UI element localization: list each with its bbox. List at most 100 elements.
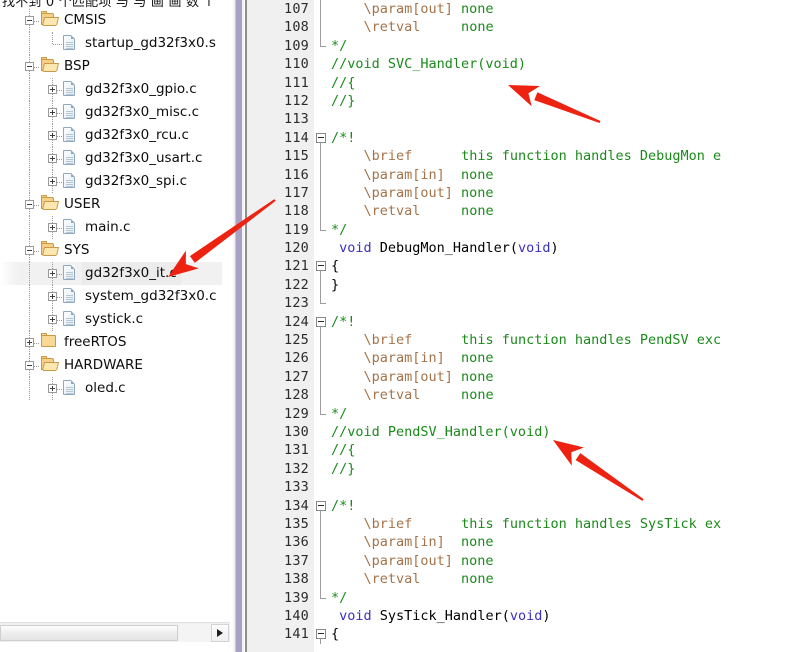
code-line[interactable]: 110 //void SVC_Handler(void) — [247, 55, 806, 73]
code-line[interactable]: 111 //{ — [247, 74, 806, 92]
fold-column[interactable] — [314, 147, 328, 166]
tree-vertical-scrollbar[interactable] — [231, 0, 245, 652]
code-line[interactable]: 122} — [247, 275, 806, 295]
fold-column[interactable] — [314, 18, 328, 37]
tree-item-oled-c[interactable]: oled.c — [0, 377, 222, 400]
code-line[interactable]: 126 \param[in] none — [247, 349, 806, 368]
fold-column[interactable] — [314, 478, 328, 496]
code-line[interactable]: 108 \retval none — [247, 18, 806, 37]
code-line[interactable]: 117 \param[out] none — [247, 183, 806, 203]
collapse-icon[interactable] — [25, 246, 34, 255]
expand-icon[interactable] — [48, 315, 57, 324]
fold-column[interactable] — [314, 110, 328, 128]
tree-item-startup-gd32f3x0-s[interactable]: startup_gd32f3x0.s — [0, 32, 222, 55]
code-line[interactable]: 132 //} — [247, 460, 806, 478]
tree-item-user[interactable]: USER — [0, 193, 222, 216]
tree-item-gd32f3x0-rcu-c[interactable]: gd32f3x0_rcu.c — [0, 124, 222, 147]
collapse-icon[interactable] — [25, 62, 34, 71]
tree-item-cmsis[interactable]: CMSIS — [0, 9, 222, 32]
fold-column[interactable] — [314, 497, 328, 515]
code-line[interactable]: 113 — [247, 110, 806, 128]
expand-icon[interactable] — [48, 131, 57, 140]
expand-icon[interactable] — [48, 108, 57, 117]
fold-column[interactable] — [314, 129, 328, 148]
code-line[interactable]: 119 */ — [247, 220, 806, 239]
code-line[interactable]: 116 \param[in] none — [247, 165, 806, 184]
expand-icon[interactable] — [25, 338, 34, 347]
project-explorer-pane[interactable]: CMSIS startup_gd32f3x0.s BSP gd32f3x0_gpio.… — [0, 9, 222, 622]
fold-collapse-icon[interactable] — [316, 316, 326, 327]
expand-icon[interactable] — [48, 85, 57, 94]
code-line[interactable]: 120 void DebugMon_Handler(void) — [247, 239, 806, 257]
fold-column[interactable] — [314, 294, 328, 312]
code-line[interactable]: 124 /*! — [247, 313, 806, 332]
fold-column[interactable] — [314, 404, 328, 423]
fold-column[interactable] — [314, 239, 328, 257]
code-line[interactable]: 125 \brief this function handles PendSV … — [247, 331, 806, 350]
fold-column[interactable] — [314, 183, 328, 203]
fold-column[interactable] — [314, 441, 328, 459]
tree-item-gd32f3x0-misc-c[interactable]: gd32f3x0_misc.c — [0, 101, 222, 124]
fold-column[interactable] — [314, 331, 328, 350]
collapse-icon[interactable] — [25, 16, 34, 25]
fold-column[interactable] — [314, 625, 328, 644]
tree-item-hardware[interactable]: HARDWARE — [0, 354, 222, 377]
fold-column[interactable] — [314, 55, 328, 73]
fold-column[interactable] — [314, 165, 328, 184]
tree-item-system-gd32f3x0-c[interactable]: system_gd32f3x0.c — [0, 285, 222, 308]
tree-hscroll-thumb[interactable] — [0, 625, 178, 641]
fold-column[interactable] — [314, 0, 328, 19]
code-line[interactable]: 138 \retval none — [247, 570, 806, 589]
tree-item-gd32f3x0-gpio-c[interactable]: gd32f3x0_gpio.c — [0, 78, 222, 101]
fold-column[interactable] — [314, 74, 328, 92]
fold-collapse-icon[interactable] — [316, 629, 326, 640]
code-line[interactable]: 140 void SysTick_Handler(void) — [247, 607, 806, 625]
fold-collapse-icon[interactable] — [316, 500, 326, 511]
tree-item-gd32f3x0-spi-c[interactable]: gd32f3x0_spi.c — [0, 170, 222, 193]
fold-column[interactable] — [314, 551, 328, 571]
code-line[interactable]: 134 /*! — [247, 497, 806, 515]
fold-column[interactable] — [314, 386, 328, 405]
fold-column[interactable] — [314, 257, 328, 276]
code-line[interactable]: 109 */ — [247, 36, 806, 55]
code-line[interactable]: 135 \brief this function handles SysTick… — [247, 514, 806, 534]
code-line[interactable]: 136 \param[in] none — [247, 533, 806, 552]
expand-icon[interactable] — [48, 177, 57, 186]
code-line[interactable]: 139 */ — [247, 588, 806, 607]
fold-column[interactable] — [314, 514, 328, 534]
code-line[interactable]: 137 \param[out] none — [247, 551, 806, 571]
code-line[interactable]: 115 \brief this function handles DebugMo… — [247, 147, 806, 166]
tree-item-gd32f3x0-usart-c[interactable]: gd32f3x0_usart.c — [0, 147, 222, 170]
fold-column[interactable] — [314, 460, 328, 478]
code-line[interactable]: 129 */ — [247, 404, 806, 423]
tree-vscroll-thumb[interactable] — [235, 0, 242, 652]
fold-column[interactable] — [314, 220, 328, 239]
code-line[interactable]: 133 — [247, 478, 806, 496]
tree-hscroll-track[interactable] — [179, 624, 211, 642]
fold-column[interactable] — [314, 570, 328, 589]
code-line[interactable]: 112 //} — [247, 92, 806, 110]
expand-icon[interactable] — [48, 154, 57, 163]
code-line[interactable]: 130 //void PendSV_Handler(void) — [247, 423, 806, 441]
collapse-icon[interactable] — [25, 361, 34, 370]
code-line[interactable]: 123 — [247, 294, 806, 312]
fold-column[interactable] — [314, 367, 328, 387]
expand-icon[interactable] — [48, 269, 57, 278]
code-line[interactable]: 128 \retval none — [247, 386, 806, 405]
collapse-icon[interactable] — [25, 200, 34, 209]
tree-item-gd32f3x0-it-c[interactable]: gd32f3x0_it.c — [0, 262, 222, 285]
code-line[interactable]: 141 { — [247, 625, 806, 644]
code-editor[interactable]: 107 \param[out] none 108 \retval none 109 *… — [247, 0, 806, 652]
code-line[interactable]: 121 { — [247, 257, 806, 276]
fold-column[interactable] — [314, 349, 328, 368]
tree-item-bsp[interactable]: BSP — [0, 55, 222, 78]
expand-icon[interactable] — [48, 223, 57, 232]
fold-column[interactable] — [314, 313, 328, 332]
fold-column[interactable] — [314, 423, 328, 441]
code-line[interactable]: 107 \param[out] none — [247, 0, 806, 19]
fold-column[interactable] — [314, 275, 328, 295]
fold-collapse-icon[interactable] — [316, 132, 326, 143]
fold-column[interactable] — [314, 607, 328, 625]
fold-column[interactable] — [314, 36, 328, 55]
fold-column[interactable] — [314, 588, 328, 607]
